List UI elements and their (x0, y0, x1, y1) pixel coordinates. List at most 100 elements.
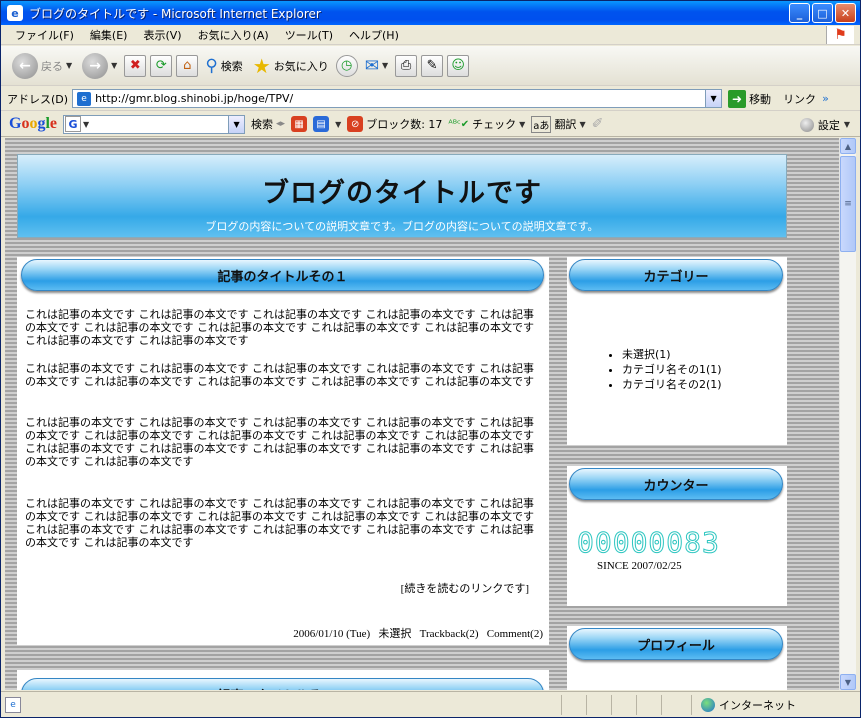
counter-title: カウンター (569, 468, 783, 500)
scroll-thumb[interactable]: ≡ (840, 156, 856, 252)
news-dropdown-icon[interactable]: ▼ (335, 120, 341, 129)
forward-button[interactable]: → ▼ (79, 52, 120, 79)
article-title[interactable]: 記事のタイトルその２ (21, 678, 544, 690)
news-icon[interactable]: ▤ (313, 116, 330, 132)
go-button[interactable]: ➜ 移動 (728, 89, 772, 108)
settings-button[interactable]: 設定 ▼ (799, 112, 850, 137)
refresh-icon[interactable]: ⟳ (150, 54, 173, 77)
maximize-button[interactable]: □ (812, 3, 833, 23)
article-entry: 記事のタイトルその１ これは記事の本文です これは記事の本文です これは記事の本… (17, 257, 549, 645)
arrows-icon: ◂▸ (276, 119, 286, 129)
spellcheck-label: チェック (472, 118, 517, 131)
comment-link[interactable]: Comment(2) (487, 628, 543, 640)
forward-arrow-icon: → (82, 52, 109, 79)
address-label: アドレス(D) (7, 92, 69, 106)
trackback-link[interactable]: Trackback(2) (420, 628, 479, 640)
google-search-input[interactable]: G ▼ ▼ (63, 114, 246, 134)
article-paragraph: これは記事の本文です これは記事の本文です これは記事の本文です これは記事の本… (25, 416, 534, 468)
page-rank-icon[interactable]: ▦ (291, 116, 308, 132)
vertical-scrollbar[interactable]: ▲ ≡ ▼ (839, 138, 856, 690)
status-divider (636, 695, 637, 715)
google-g-icon: G (65, 116, 82, 132)
scroll-down-icon[interactable]: ▼ (840, 674, 856, 690)
mail-icon: ✉ (364, 55, 379, 76)
print-icon[interactable]: ⎙ (395, 54, 418, 77)
favorites-label: お気に入り (273, 59, 329, 73)
article-title[interactable]: 記事のタイトルその１ (21, 259, 544, 291)
go-label: 移動 (749, 92, 772, 106)
article-entry: 記事のタイトルその２ (17, 670, 549, 690)
home-icon[interactable]: ⌂ (176, 54, 199, 77)
status-divider (661, 695, 662, 715)
menu-file[interactable]: ファイル(F) (7, 27, 82, 43)
mail-dropdown-icon[interactable]: ▼ (382, 61, 388, 70)
google-search-button[interactable]: 検索 ◂▸ (251, 116, 285, 132)
category-item[interactable]: カテゴリ名その1(1) (622, 362, 722, 377)
menu-favorites[interactable]: お気に入り(A) (190, 27, 277, 43)
status-bar: e インターネット (1, 691, 860, 717)
go-arrow-icon: ➜ (728, 89, 747, 108)
back-button[interactable]: ← 戻る ▼ (9, 52, 75, 79)
address-dropdown-icon[interactable]: ▼ (705, 90, 722, 107)
back-label: 戻る (41, 59, 63, 73)
visitor-counter: 00000083 (577, 526, 720, 560)
google-search-dropdown-icon[interactable]: ▼ (228, 115, 245, 133)
chevron-right-icon[interactable]: » (822, 92, 829, 105)
history-icon[interactable]: ◷ (335, 54, 358, 77)
profile-panel: プロフィール (567, 626, 787, 690)
status-page-icon: e (5, 696, 21, 713)
popup-blocker-button[interactable]: ⊘ ブロック数: 17 (347, 116, 442, 132)
search-button[interactable]: ⚲ 検索 (202, 56, 245, 76)
back-dropdown-icon[interactable]: ▼ (66, 61, 72, 70)
translate-dropdown-icon[interactable]: ▼ (579, 120, 585, 129)
search-magnifier-icon: ⚲ (205, 55, 218, 76)
spellcheck-button[interactable]: ᴬᴮᶜ✔ チェック ▼ (448, 116, 525, 132)
category-item[interactable]: 未選択(1) (622, 347, 722, 362)
blog-header: ブログのタイトルです ブログの内容についての説明文章です。ブログの内容についての… (17, 154, 787, 238)
category-item[interactable]: カテゴリ名その2(1) (622, 377, 722, 392)
blocked-count-label: ブロック数: 17 (366, 118, 443, 131)
menu-view[interactable]: 表示(V) (135, 27, 189, 43)
google-g-dropdown-icon[interactable]: ▼ (83, 120, 89, 129)
zone-label: インターネット (719, 699, 796, 712)
menu-bar: ファイル(F) 編集(E) 表示(V) お気に入り(A) ツール(T) ヘルプ(… (1, 25, 860, 45)
blog-title[interactable]: ブログのタイトルです (18, 171, 786, 210)
browser-window: e ブログのタイトルです - Microsoft Internet Explor… (0, 0, 861, 718)
article-category-link[interactable]: 未選択 (378, 628, 411, 640)
messenger-icon[interactable]: ☺ (447, 54, 470, 77)
favorites-star-icon: ★ (252, 53, 271, 78)
article-meta: 2006/01/10 (Tue) 未選択 Trackback(2) Commen… (293, 625, 543, 641)
menu-tools[interactable]: ツール(T) (277, 27, 341, 43)
settings-dropdown-icon: ▼ (843, 120, 850, 129)
address-input[interactable]: e http://gmr.blog.shinobi.jp/hoge/TPV/ ▼ (72, 89, 723, 108)
windows-logo-icon: ⚑ (826, 26, 854, 44)
scroll-up-icon[interactable]: ▲ (840, 138, 856, 154)
read-more-link[interactable]: [続きを読むのリンクです] (401, 580, 529, 596)
blog-description: ブログの内容についての説明文章です。ブログの内容についての説明文章です。 (205, 220, 599, 233)
menu-help[interactable]: ヘルプ(H) (341, 27, 407, 43)
google-toolbar: Google G ▼ ▼ 検索 ◂▸ ▦ ▤ ▼ ⊘ ブロック数: 17 ᴬᴮᶜ… (1, 112, 860, 137)
edit-icon[interactable]: ✎ (421, 54, 444, 77)
address-bar: アドレス(D) e http://gmr.blog.shinobi.jp/hog… (1, 87, 860, 111)
address-url: http://gmr.blog.shinobi.jp/hoge/TPV/ (95, 92, 294, 105)
category-list: 未選択(1) カテゴリ名その1(1) カテゴリ名その2(1) (622, 347, 722, 392)
favorites-button[interactable]: ★ お気に入り (250, 54, 332, 78)
page-viewport: ブログのタイトルです ブログの内容についての説明文章です。ブログの内容についての… (5, 138, 839, 690)
links-button[interactable]: リンク (783, 91, 816, 107)
mail-button[interactable]: ✉ ▼ (362, 56, 391, 76)
popup-blocker-icon: ⊘ (347, 116, 364, 132)
article-paragraph: これは記事の本文です これは記事の本文です これは記事の本文です これは記事の本… (25, 497, 534, 549)
search-label: 検索 (220, 59, 243, 73)
menu-edit[interactable]: 編集(E) (82, 27, 136, 43)
forward-dropdown-icon[interactable]: ▼ (111, 61, 117, 70)
highlighter-icon[interactable]: ✐ (592, 116, 604, 132)
stop-icon[interactable]: ✖ (124, 54, 147, 77)
article-date: 2006/01/10 (Tue) (293, 628, 371, 640)
window-title: ブログのタイトルです - Microsoft Internet Explorer (29, 6, 321, 21)
spellcheck-dropdown-icon[interactable]: ▼ (519, 120, 525, 129)
counter-since: SINCE 2007/02/25 (597, 560, 682, 572)
close-button[interactable]: ✕ (835, 3, 856, 23)
ie-icon: e (7, 5, 23, 21)
translate-button[interactable]: aあ 翻訳 ▼ (531, 115, 586, 133)
minimize-button[interactable]: _ (789, 3, 810, 23)
